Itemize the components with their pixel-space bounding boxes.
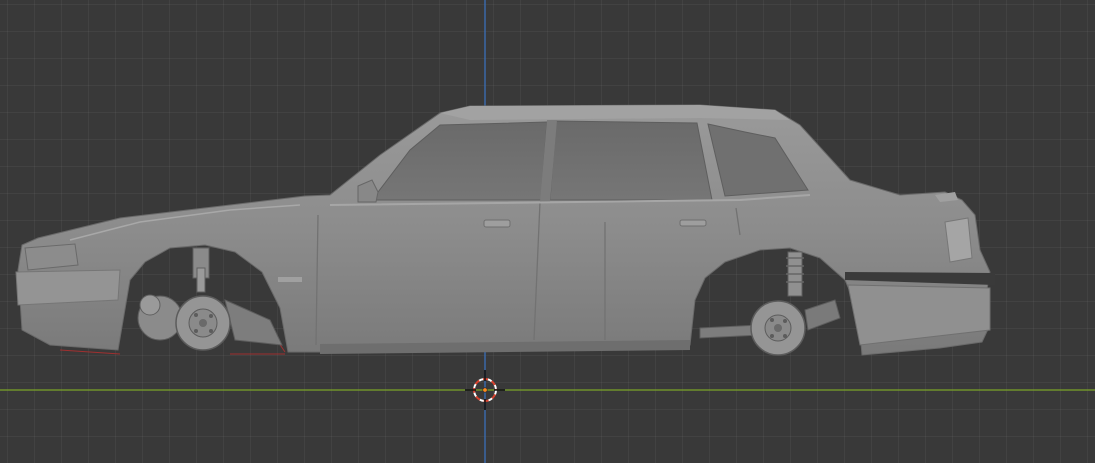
taillight — [944, 217, 973, 263]
3d-viewport[interactable] — [0, 0, 1095, 463]
side-marker — [278, 277, 302, 282]
rear-door-handle — [679, 219, 707, 227]
front-bumper — [15, 269, 121, 306]
viewport-canvas[interactable] — [0, 0, 1095, 463]
headlight — [24, 243, 79, 271]
world-origin — [482, 387, 488, 393]
rear-window — [549, 120, 713, 201]
rear-suspension[interactable] — [699, 251, 841, 356]
front-door-handle — [483, 219, 511, 228]
